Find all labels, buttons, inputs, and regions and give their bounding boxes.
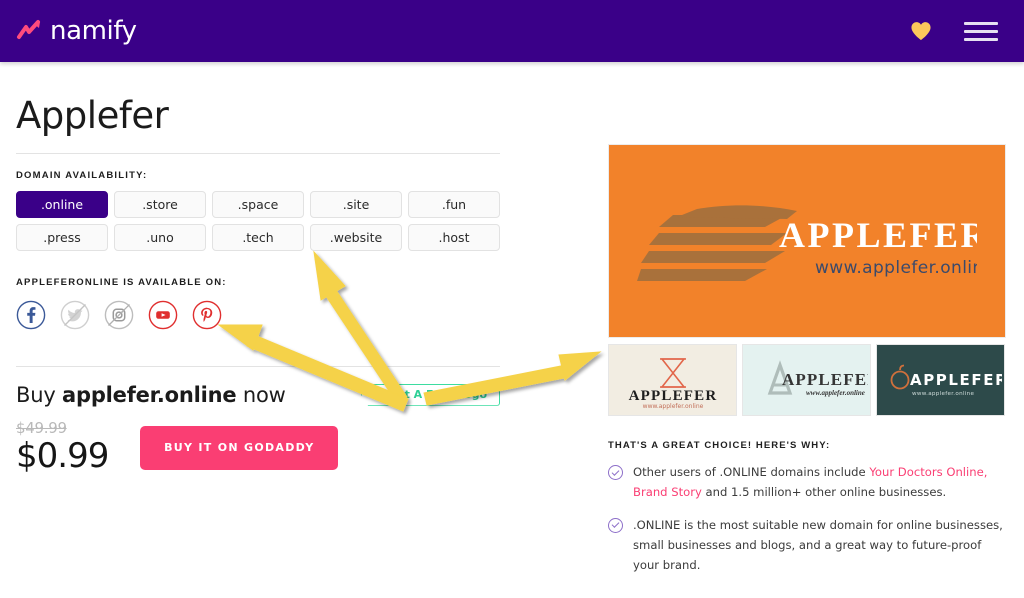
socials-label: APPLEFERONLINE IS AVAILABLE ON:: [16, 277, 500, 288]
hourglass-icon: [660, 359, 686, 387]
svg-text:www.applefer.online: www.applefer.online: [815, 258, 977, 278]
domain-chip-space[interactable]: .space: [212, 191, 304, 218]
domain-chip-tech[interactable]: .tech: [212, 224, 304, 251]
social-availability-list: [16, 300, 500, 330]
domain-chip-website[interactable]: .website: [310, 224, 402, 251]
buy-on-godaddy-button[interactable]: BUY IT ON GODADDY: [140, 426, 338, 470]
logo-thumbnail-1[interactable]: APPLEFER www.applefer.online: [608, 344, 737, 416]
svg-text:www.applefer.online: www.applefer.online: [642, 403, 703, 410]
why-item: Other users of .ONLINE domains include Y…: [608, 463, 1008, 503]
page-title: Applefer: [16, 78, 500, 137]
brand-name: namify: [50, 16, 137, 46]
why-list: Other users of .ONLINE domains include Y…: [608, 463, 1008, 576]
why-text-before: Other users of .ONLINE domains include: [633, 465, 869, 479]
hamburger-menu-icon[interactable]: [964, 22, 998, 41]
logo-thumbnail-2[interactable]: APPLEFER www.applefer.online: [742, 344, 871, 416]
apple-ring-icon: [891, 366, 908, 389]
title-divider: [16, 153, 500, 154]
why-item: .ONLINE is the most suitable new domain …: [608, 516, 1008, 576]
left-column: Applefer DOMAIN AVAILABILITY: .online .s…: [16, 78, 500, 476]
get-free-logo-button[interactable]: Get A Free Logo: [361, 384, 500, 406]
logo-preview-main[interactable]: APPLEFER www.applefer.online: [608, 144, 1006, 338]
price-box: $49.99 $0.99: [16, 419, 108, 476]
new-price: $0.99: [16, 437, 108, 476]
namify-domain-detail-page: namify Applefer DOMAIN AVAILABILITY: .on…: [0, 0, 1024, 598]
site-header: namify: [0, 0, 1024, 62]
brand-logo[interactable]: namify: [16, 16, 137, 46]
svg-text:APPLEFER: APPLEFER: [782, 370, 868, 389]
domain-availability-label: DOMAIN AVAILABILITY:: [16, 170, 500, 181]
why-item-text: .ONLINE is the most suitable new domain …: [633, 516, 1008, 576]
domain-chip-site[interactable]: .site: [310, 191, 402, 218]
domain-chip-host[interactable]: .host: [408, 224, 500, 251]
why-text-before: .ONLINE is the most suitable new domain …: [633, 518, 1003, 572]
price-row: $49.99 $0.99 BUY IT ON GODADDY: [16, 419, 500, 476]
header-actions: [910, 21, 1006, 41]
buy-heading-domain: applefer.online: [62, 383, 236, 407]
buy-heading-row: Buy applefer.online now Get A Free Logo: [16, 383, 500, 407]
svg-text:APPLEFER: APPLEFER: [779, 215, 977, 255]
domain-chip-fun[interactable]: .fun: [408, 191, 500, 218]
svg-text:www.applefer.online: www.applefer.online: [806, 389, 865, 397]
facebook-icon[interactable]: [16, 300, 46, 330]
buy-heading-prefix: Buy: [16, 383, 62, 407]
zigzag-chart-icon: [16, 18, 46, 44]
get-free-logo-label: Get A Free Logo: [388, 388, 487, 401]
speed-stripes-icon: [637, 205, 797, 281]
why-text-after: and 1.5 million+ other online businesses…: [702, 485, 946, 499]
buy-heading: Buy applefer.online now: [16, 383, 286, 407]
domain-chip-online[interactable]: .online: [16, 191, 108, 218]
why-label: THAT'S A GREAT CHOICE! HERE'S WHY:: [608, 440, 1008, 451]
why-item-text: Other users of .ONLINE domains include Y…: [633, 463, 1008, 503]
twitter-icon[interactable]: [60, 300, 90, 330]
right-column: APPLEFER www.applefer.online APPLEFER ww…: [608, 144, 1008, 589]
logo-thumbnail-3[interactable]: APPLEFER www.applefer.online: [876, 344, 1005, 416]
buy-divider: [16, 366, 500, 367]
svg-text:APPLEFER: APPLEFER: [628, 388, 717, 404]
buy-heading-suffix: now: [236, 383, 285, 407]
domain-chip-list: .online .store .space .site .fun .press …: [16, 191, 500, 251]
pinterest-icon[interactable]: [192, 300, 222, 330]
svg-text:APPLEFER: APPLEFER: [910, 371, 1002, 389]
logo-thumbnail-list: APPLEFER www.applefer.online APPLEFER ww…: [608, 344, 1008, 416]
tag-hole-icon: [378, 393, 382, 397]
old-price: $49.99: [16, 419, 108, 437]
svg-text:www.applefer.online: www.applefer.online: [912, 391, 975, 397]
domain-chip-store[interactable]: .store: [114, 191, 206, 218]
youtube-icon[interactable]: [148, 300, 178, 330]
domain-chip-uno[interactable]: .uno: [114, 224, 206, 251]
check-circle-icon: [608, 465, 623, 480]
check-circle-icon: [608, 518, 623, 533]
instagram-icon[interactable]: [104, 300, 134, 330]
domain-chip-press[interactable]: .press: [16, 224, 108, 251]
heart-filled-icon[interactable]: [910, 21, 932, 41]
